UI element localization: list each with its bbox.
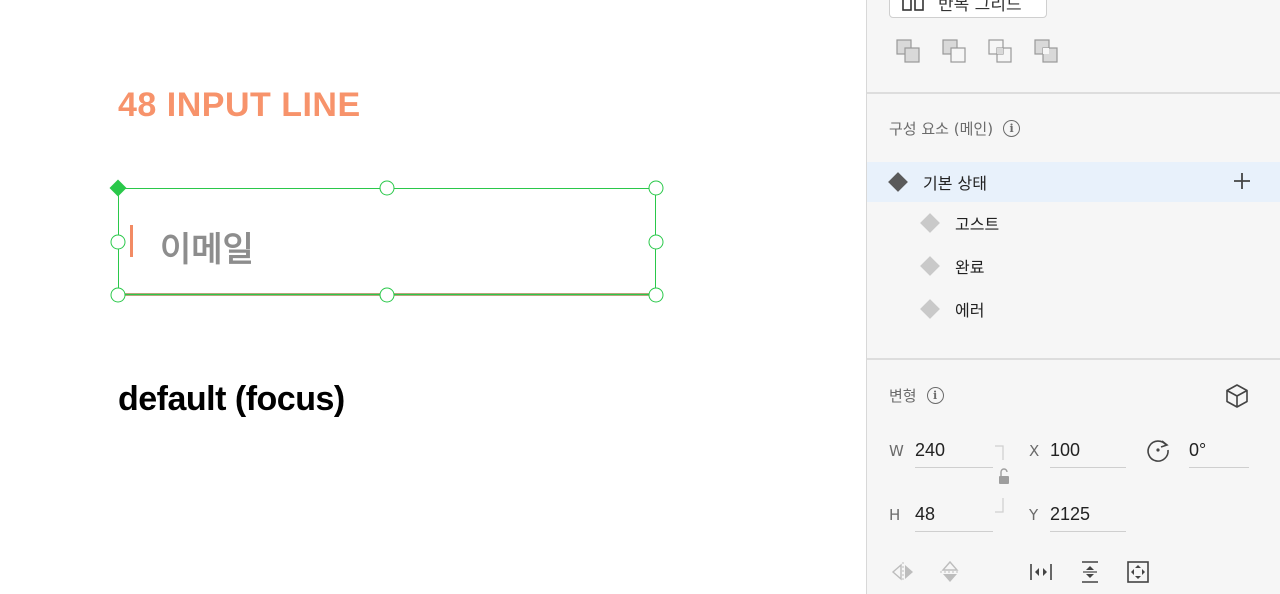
state-row-error[interactable]: 에러: [867, 289, 1280, 329]
lock-aspect-icon[interactable]: [991, 444, 1015, 514]
state-label-error: 에러: [955, 301, 985, 320]
repeat-grid-button[interactable]: 반복 그리드: [889, 0, 1047, 18]
design-canvas[interactable]: 48 INPUT LINE 이메일 default (focus): [0, 0, 866, 594]
info-icon[interactable]: i: [1003, 120, 1021, 137]
add-state-button[interactable]: [1229, 168, 1255, 194]
add-icon[interactable]: [895, 38, 921, 64]
resize-handle-left[interactable]: [110, 234, 126, 250]
resize-handle-bottom[interactable]: [379, 287, 395, 303]
info-icon[interactable]: i: [926, 387, 944, 404]
flip-horizontal-icon[interactable]: [889, 558, 917, 586]
width-label: W: [889, 442, 904, 460]
fit-frame-icon[interactable]: [1124, 558, 1152, 586]
resize-handle-top-right[interactable]: [648, 180, 664, 196]
state-diamond-icon: [920, 256, 940, 276]
resize-handle-bottom-right[interactable]: [648, 287, 664, 303]
state-row-default[interactable]: 기본 상태: [867, 162, 1280, 202]
height-label: H: [889, 506, 901, 524]
components-title: 구성 요소 (메인): [889, 120, 994, 138]
flip-vertical-icon[interactable]: [936, 558, 964, 586]
components-section-title: 구성 요소 (메인) i: [889, 118, 1021, 139]
divider: [867, 358, 1280, 360]
rotation-value: 0°: [1189, 440, 1207, 460]
resize-handle-top[interactable]: [379, 180, 395, 196]
exclude-icon[interactable]: [1033, 38, 1059, 64]
3d-transform-cube-icon[interactable]: [1223, 382, 1251, 410]
x-value: 100: [1050, 440, 1081, 460]
state-row-ghost[interactable]: 고스트: [867, 203, 1280, 243]
repeat-grid-label: 반복 그리드: [938, 0, 1022, 15]
resize-handle-right[interactable]: [648, 234, 664, 250]
width-value: 240: [915, 440, 946, 460]
x-field[interactable]: 100: [1050, 434, 1126, 468]
transform-title: 변형: [889, 387, 917, 405]
property-inspector: 반복 그리드 구성 요소 (메인) i 기본 상태 고스트 완료 에러 변형 i…: [866, 0, 1280, 594]
width-field[interactable]: 240: [915, 434, 993, 468]
subtract-icon[interactable]: [941, 38, 967, 64]
state-diamond-icon: [920, 213, 940, 233]
state-row-complete[interactable]: 완료: [867, 246, 1280, 286]
state-label-ghost: 고스트: [955, 215, 1000, 234]
plus-icon: [1234, 173, 1250, 189]
height-field[interactable]: 48: [915, 498, 993, 532]
distribute-vertical-icon[interactable]: [1076, 558, 1104, 586]
y-value: 2125: [1050, 504, 1091, 524]
artboard-title: 48 INPUT LINE: [118, 86, 361, 124]
rotation-field[interactable]: 0°: [1189, 434, 1249, 468]
intersect-icon[interactable]: [987, 38, 1013, 64]
state-label: default (focus): [118, 380, 345, 418]
height-value: 48: [915, 504, 936, 524]
resize-handle-bottom-left[interactable]: [110, 287, 126, 303]
y-label: Y: [1029, 506, 1039, 524]
y-field[interactable]: 2125: [1050, 498, 1126, 532]
main-state-label: 기본 상태: [923, 174, 987, 193]
selection-box[interactable]: [118, 188, 656, 295]
x-label: X: [1029, 442, 1040, 460]
divider: [867, 92, 1280, 94]
distribute-horizontal-icon[interactable]: [1027, 558, 1055, 586]
main-state-diamond-icon: [888, 172, 908, 192]
repeat-grid-icon: [902, 0, 924, 11]
rotate-icon: [1144, 436, 1172, 464]
state-diamond-icon: [920, 299, 940, 319]
state-label-complete: 완료: [955, 258, 985, 277]
boolean-ops-toolbar: [895, 38, 1059, 64]
transform-section-title: 변형 i: [889, 385, 944, 406]
